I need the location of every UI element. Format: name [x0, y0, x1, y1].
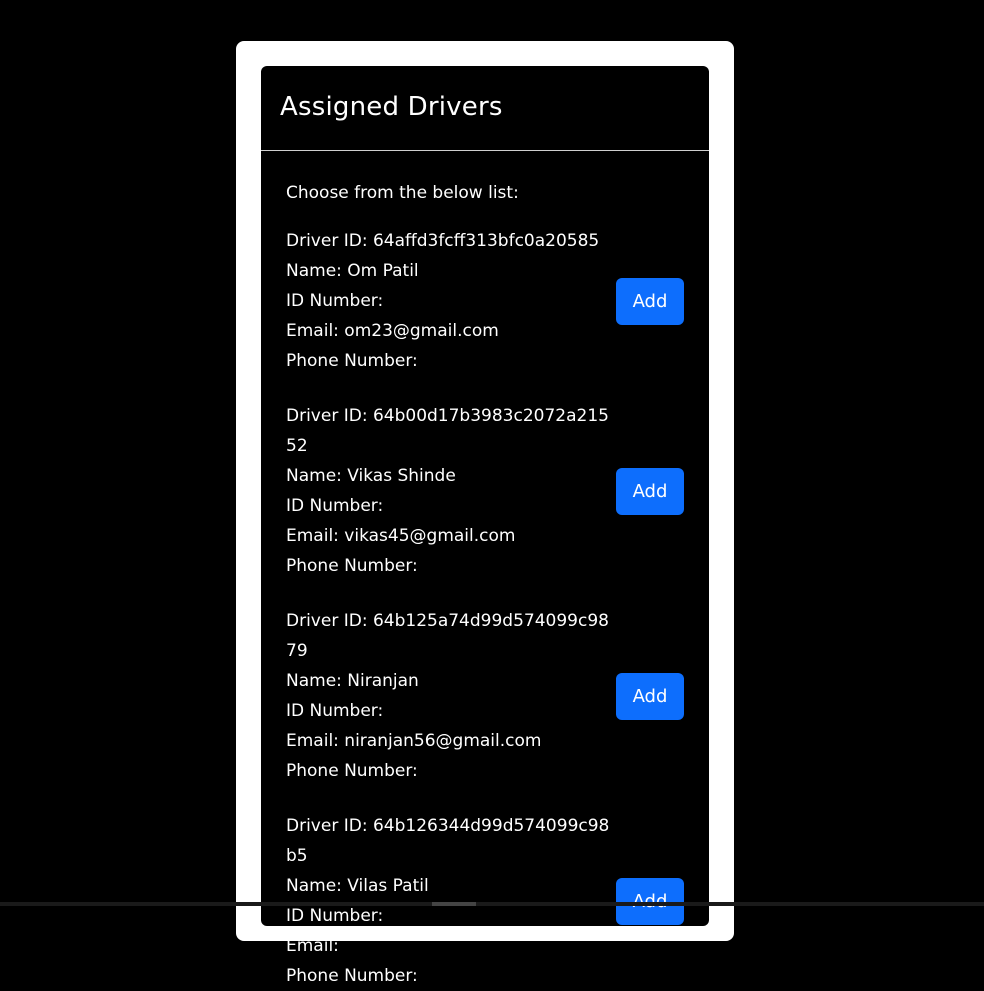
add-driver-button[interactable]: Add [616, 877, 684, 925]
add-driver-button[interactable]: Add [616, 467, 684, 515]
driver-name: Name: Niranjan [286, 671, 419, 691]
driver-name: Name: Vikas Shinde [286, 466, 456, 486]
driver-id-number: ID Number: [286, 291, 384, 311]
driver-name: Name: Om Patil [286, 261, 419, 281]
driver-item: Driver ID: 64affd3fcff313bfc0a20585 Name… [286, 226, 684, 376]
scrollbar-thumb[interactable] [432, 902, 476, 906]
driver-email: Email: vikas45@gmail.com [286, 526, 516, 546]
driver-info: Driver ID: 64b125a74d99d574099c9879 Name… [286, 606, 611, 786]
driver-name: Name: Vilas Patil [286, 876, 429, 896]
driver-phone: Phone Number: [286, 556, 418, 576]
card-body: Choose from the below list: Driver ID: 6… [261, 151, 709, 991]
driver-item: Driver ID: 64b126344d99d574099c98b5 Name… [286, 811, 684, 991]
driver-phone: Phone Number: [286, 966, 418, 986]
intro-text: Choose from the below list: [286, 183, 519, 203]
driver-id-number: ID Number: [286, 701, 384, 721]
driver-phone: Phone Number: [286, 761, 418, 781]
assigned-drivers-card: Assigned Drivers Choose from the below l… [261, 66, 709, 986]
driver-email: Email: niranjan56@gmail.com [286, 731, 542, 751]
card-header: Assigned Drivers [261, 66, 709, 151]
driver-item: Driver ID: 64b125a74d99d574099c9879 Name… [286, 606, 684, 786]
horizontal-scrollbar[interactable] [0, 902, 984, 906]
driver-id: Driver ID: 64affd3fcff313bfc0a20585 [286, 231, 600, 251]
driver-id: Driver ID: 64b126344d99d574099c98b5 [286, 816, 610, 866]
driver-phone: Phone Number: [286, 351, 418, 371]
driver-email: Email: om23@gmail.com [286, 321, 499, 341]
add-driver-button[interactable]: Add [616, 672, 684, 720]
driver-info: Driver ID: 64b126344d99d574099c98b5 Name… [286, 811, 611, 991]
page-title: Assigned Drivers [280, 92, 503, 122]
driver-id: Driver ID: 64b00d17b3983c2072a21552 [286, 406, 609, 456]
driver-info: Driver ID: 64affd3fcff313bfc0a20585 Name… [286, 226, 611, 376]
driver-info: Driver ID: 64b00d17b3983c2072a21552 Name… [286, 401, 611, 581]
driver-id-number: ID Number: [286, 496, 384, 516]
driver-id: Driver ID: 64b125a74d99d574099c9879 [286, 611, 609, 661]
driver-email: Email: [286, 936, 339, 956]
driver-item: Driver ID: 64b00d17b3983c2072a21552 Name… [286, 401, 684, 581]
add-driver-button[interactable]: Add [616, 277, 684, 325]
